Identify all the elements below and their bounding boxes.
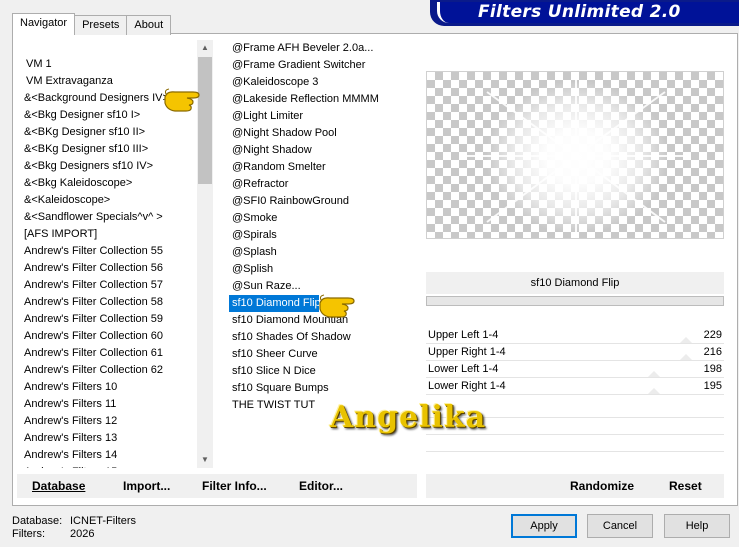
slider-thumb[interactable] bbox=[680, 354, 692, 360]
category-item[interactable]: Andrew's Filters 11 bbox=[13, 396, 197, 413]
status-database-value: ICNET-Filters bbox=[70, 515, 136, 527]
status-database-label: Database: bbox=[12, 515, 63, 527]
watermark-text: Angelika bbox=[330, 400, 487, 435]
category-item[interactable]: Andrew's Filters 14 bbox=[13, 447, 197, 464]
slider-thumb[interactable] bbox=[648, 388, 660, 394]
filter-item[interactable]: @Frame AFH Beveler 2.0a... bbox=[220, 40, 418, 57]
preview-image bbox=[426, 71, 724, 239]
filter-item[interactable]: @Random Smelter bbox=[220, 159, 418, 176]
tab-about[interactable]: About bbox=[126, 15, 172, 35]
filter-item[interactable]: @Night Shadow bbox=[220, 142, 418, 159]
pointing-hand-icon bbox=[164, 88, 200, 112]
scroll-down-icon[interactable]: ▼ bbox=[197, 452, 213, 468]
pointing-hand-icon bbox=[319, 294, 355, 318]
filter-item[interactable]: @Light Limiter bbox=[220, 108, 418, 125]
category-item[interactable]: Andrew's Filter Collection 57 bbox=[13, 277, 197, 294]
help-button[interactable]: Help bbox=[664, 514, 730, 538]
category-item[interactable]: Andrew's Filter Collection 60 bbox=[13, 328, 197, 345]
status-filters: Filters: 2026 bbox=[12, 528, 94, 540]
filter-item[interactable]: @Lakeside Reflection MMMM bbox=[220, 91, 418, 108]
category-item[interactable]: &<Bkg Designers sf10 IV> bbox=[13, 158, 197, 175]
status-filters-label: Filters: bbox=[12, 528, 45, 540]
filter-item[interactable]: @Refractor bbox=[220, 176, 418, 193]
filter-item[interactable]: @Kaleidoscope 3 bbox=[220, 74, 418, 91]
scroll-thumb[interactable] bbox=[198, 57, 212, 184]
status-database: Database: ICNET-Filters bbox=[12, 515, 136, 527]
param-slider[interactable]: Upper Right 1-4 216 bbox=[426, 344, 724, 361]
filter-item[interactable]: sf10 Sheer Curve bbox=[220, 346, 418, 363]
category-item[interactable]: &<Kaleidoscope> bbox=[13, 192, 197, 209]
editor-button[interactable]: Editor... bbox=[299, 474, 343, 498]
category-item[interactable]: &<BKg Designer sf10 II> bbox=[13, 124, 197, 141]
filter-item[interactable]: sf10 Shades Of Shadow bbox=[220, 329, 418, 346]
filter-item[interactable]: @Splish bbox=[220, 261, 418, 278]
tab-presets[interactable]: Presets bbox=[74, 15, 128, 35]
category-item[interactable]: Andrew's Filters 13 bbox=[13, 430, 197, 447]
slider-thumb[interactable] bbox=[648, 371, 660, 377]
category-item[interactable]: [AFS IMPORT] bbox=[13, 226, 197, 243]
randomize-button[interactable]: Randomize bbox=[570, 474, 634, 498]
filter-item[interactable]: @Frame Gradient Switcher bbox=[220, 57, 418, 74]
category-item[interactable]: Andrew's Filters 15 bbox=[13, 464, 197, 468]
category-item[interactable]: &<Sandflower Specials^v^ > bbox=[13, 209, 197, 226]
reset-button[interactable]: Reset bbox=[669, 474, 702, 498]
cancel-button[interactable]: Cancel bbox=[587, 514, 653, 538]
param-slider[interactable]: Upper Left 1-4 229 bbox=[426, 327, 724, 344]
progress-bar bbox=[426, 296, 724, 306]
param-label: Lower Right 1-4 bbox=[428, 380, 506, 392]
category-item[interactable]: Andrew's Filter Collection 58 bbox=[13, 294, 197, 311]
param-value: 216 bbox=[703, 346, 722, 358]
category-item[interactable]: Andrew's Filter Collection 62 bbox=[13, 362, 197, 379]
tab-navigator[interactable]: Navigator bbox=[12, 13, 76, 35]
param-value: 229 bbox=[703, 329, 722, 341]
param-slider[interactable]: Lower Right 1-4 195 bbox=[426, 378, 724, 395]
filter-item[interactable]: @Smoke bbox=[220, 210, 418, 227]
category-item[interactable]: &<BKg Designer sf10 III> bbox=[13, 141, 197, 158]
category-item[interactable]: &<Bkg Kaleidoscope> bbox=[13, 175, 197, 192]
filter-item[interactable]: @Splash bbox=[220, 244, 418, 261]
database-button[interactable]: Database bbox=[32, 474, 85, 498]
filter-item[interactable]: sf10 Square Bumps bbox=[220, 380, 418, 397]
filter-item-selected[interactable]: sf10 Diamond Flip bbox=[229, 295, 321, 312]
param-value: 195 bbox=[703, 380, 722, 392]
param-label: Upper Right 1-4 bbox=[428, 346, 506, 358]
param-label: Upper Left 1-4 bbox=[428, 329, 499, 341]
filter-info-button[interactable]: Filter Info... bbox=[202, 474, 267, 498]
database-label: Database bbox=[32, 479, 86, 493]
filter-item[interactable]: sf10 Slice N Dice bbox=[220, 363, 418, 380]
param-slider[interactable]: Lower Left 1-4 198 bbox=[426, 361, 724, 378]
slider-track bbox=[426, 394, 724, 395]
param-value: 198 bbox=[703, 363, 722, 375]
empty-slider-line bbox=[426, 451, 724, 452]
param-label: Lower Left 1-4 bbox=[428, 363, 499, 375]
category-item[interactable]: Andrew's Filter Collection 55 bbox=[13, 243, 197, 260]
app-title: Filters Unlimited 2.0 bbox=[478, 2, 681, 22]
import-button[interactable]: Import... bbox=[123, 474, 170, 498]
selected-filter-name: sf10 Diamond Flip bbox=[426, 272, 724, 294]
slider-thumb[interactable] bbox=[680, 337, 692, 343]
filter-item[interactable]: @Spirals bbox=[220, 227, 418, 244]
category-item[interactable]: Andrew's Filters 10 bbox=[13, 379, 197, 396]
status-filters-value: 2026 bbox=[70, 528, 95, 540]
category-item[interactable]: Andrew's Filter Collection 59 bbox=[13, 311, 197, 328]
category-item[interactable]: Andrew's Filters 12 bbox=[13, 413, 197, 430]
preview-rays bbox=[467, 77, 685, 237]
category-item[interactable]: VM 1 bbox=[13, 56, 197, 73]
filter-item[interactable]: @SFI0 RainbowGround bbox=[220, 193, 418, 210]
category-item[interactable]: Andrew's Filter Collection 61 bbox=[13, 345, 197, 362]
tab-bar: Navigator Presets About bbox=[12, 13, 172, 35]
filter-item[interactable]: @Night Shadow Pool bbox=[220, 125, 418, 142]
scroll-up-icon[interactable]: ▲ bbox=[197, 40, 213, 56]
apply-button[interactable]: Apply bbox=[511, 514, 577, 538]
category-item[interactable]: Andrew's Filter Collection 56 bbox=[13, 260, 197, 277]
